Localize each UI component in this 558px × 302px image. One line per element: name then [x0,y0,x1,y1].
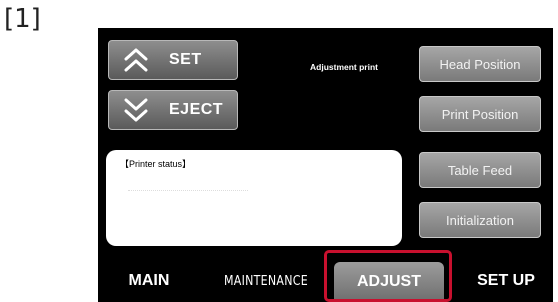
table-feed-button[interactable]: Table Feed [419,152,541,188]
chevron-double-up-icon [124,48,148,72]
set-button[interactable]: SET [108,40,238,80]
eject-button[interactable]: EJECT [108,90,238,130]
printer-status-title: 【Printer status】 [120,159,192,169]
tab-main[interactable]: MAIN [116,260,182,302]
tab-setup[interactable]: SET UP [466,260,546,302]
printer-control-panel: SET EJECT Adjustment print Head Position… [98,28,553,302]
initialization-button[interactable]: Initialization [419,202,541,238]
tab-maintenance[interactable]: MAINTENANCE [215,260,317,302]
adjustment-print-label: Adjustment print [310,62,378,72]
chevron-double-down-icon [124,98,148,122]
printer-status-box: 【Printer status】 [106,150,402,246]
head-position-button[interactable]: Head Position [419,46,541,82]
eject-button-label: EJECT [169,101,224,118]
tab-adjust[interactable]: ADJUST [334,262,444,302]
tab-bar: MAIN MAINTENANCE ADJUST SET UP [98,260,553,302]
figure-label: [1] [4,4,41,34]
print-position-button[interactable]: Print Position [419,96,541,132]
status-placeholder-line [128,190,248,192]
set-button-label: SET [169,51,202,68]
